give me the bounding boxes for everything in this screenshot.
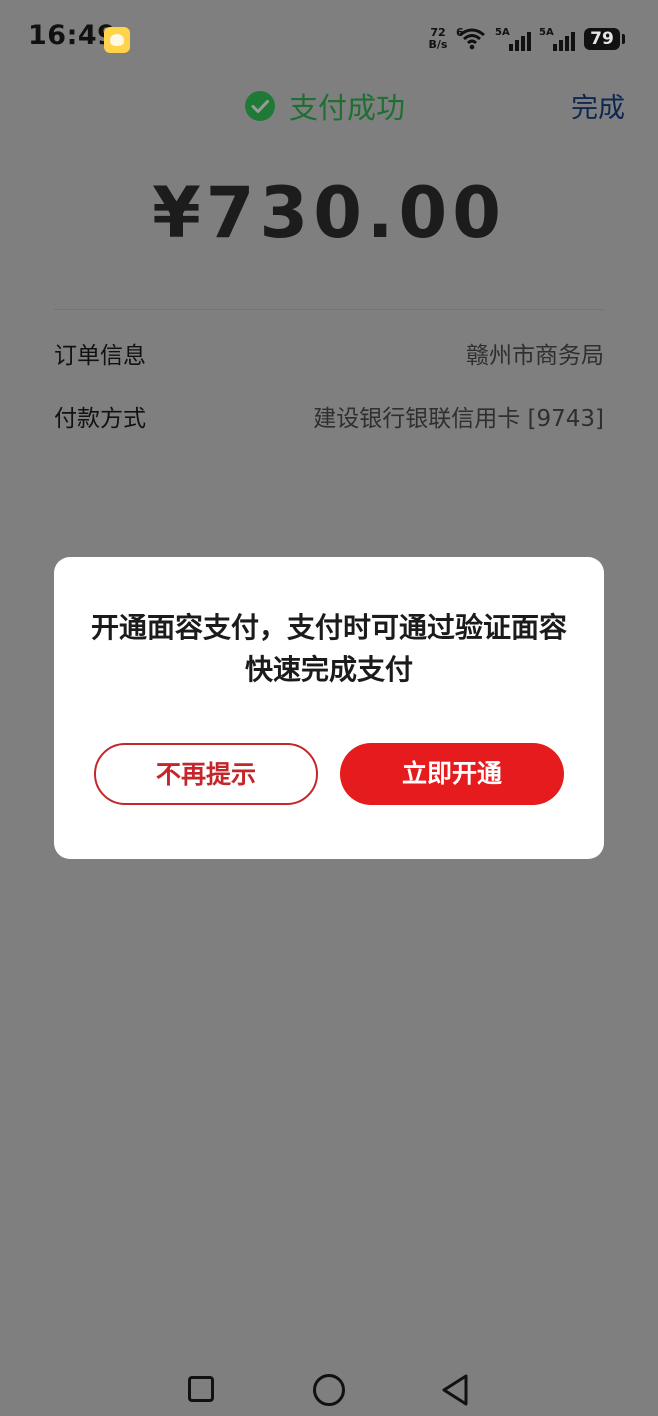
app-notification-icon (104, 27, 130, 53)
battery-icon: 79 (584, 28, 620, 50)
done-button[interactable]: 完成 (571, 86, 625, 125)
dialog-message: 开通面容支付，支付时可通过验证面容快速完成支付 (90, 611, 567, 686)
dont-remind-button[interactable]: 不再提示 (94, 743, 318, 805)
face-pay-dialog: 开通面容支付，支付时可通过验证面容快速完成支付 不再提示 立即开通 (54, 557, 604, 859)
divider (54, 309, 604, 310)
wifi-icon: 6 (456, 26, 488, 54)
network-speed-unit: B/s (428, 38, 448, 51)
order-info-value: 赣州市商务局 (466, 343, 604, 369)
back-button[interactable] (440, 1373, 470, 1407)
status-bar: 16:49 72 B/s 6 5A 5A 79 (0, 0, 658, 78)
payment-amount: ¥730.00 (152, 172, 506, 254)
wifi-label: 6 (456, 26, 464, 39)
page-title: 支付成功 (289, 91, 406, 125)
check-circle-icon (245, 91, 275, 121)
recent-apps-button[interactable] (188, 1376, 214, 1402)
payment-method-row: 付款方式 建设银行银联信用卡 [9743] (54, 396, 604, 436)
home-button[interactable] (313, 1374, 345, 1406)
enable-now-button[interactable]: 立即开通 (340, 743, 564, 805)
network-speed: 72 B/s (425, 27, 451, 51)
payment-success-header: 支付成功 (245, 85, 405, 127)
payment-method-label: 付款方式 (54, 406, 146, 432)
order-info-row: 订单信息 赣州市商务局 (54, 333, 604, 373)
order-info-label: 订单信息 (54, 343, 146, 369)
battery-tip (622, 34, 625, 44)
payment-method-value: 建设银行银联信用卡 [9743] (313, 406, 604, 432)
